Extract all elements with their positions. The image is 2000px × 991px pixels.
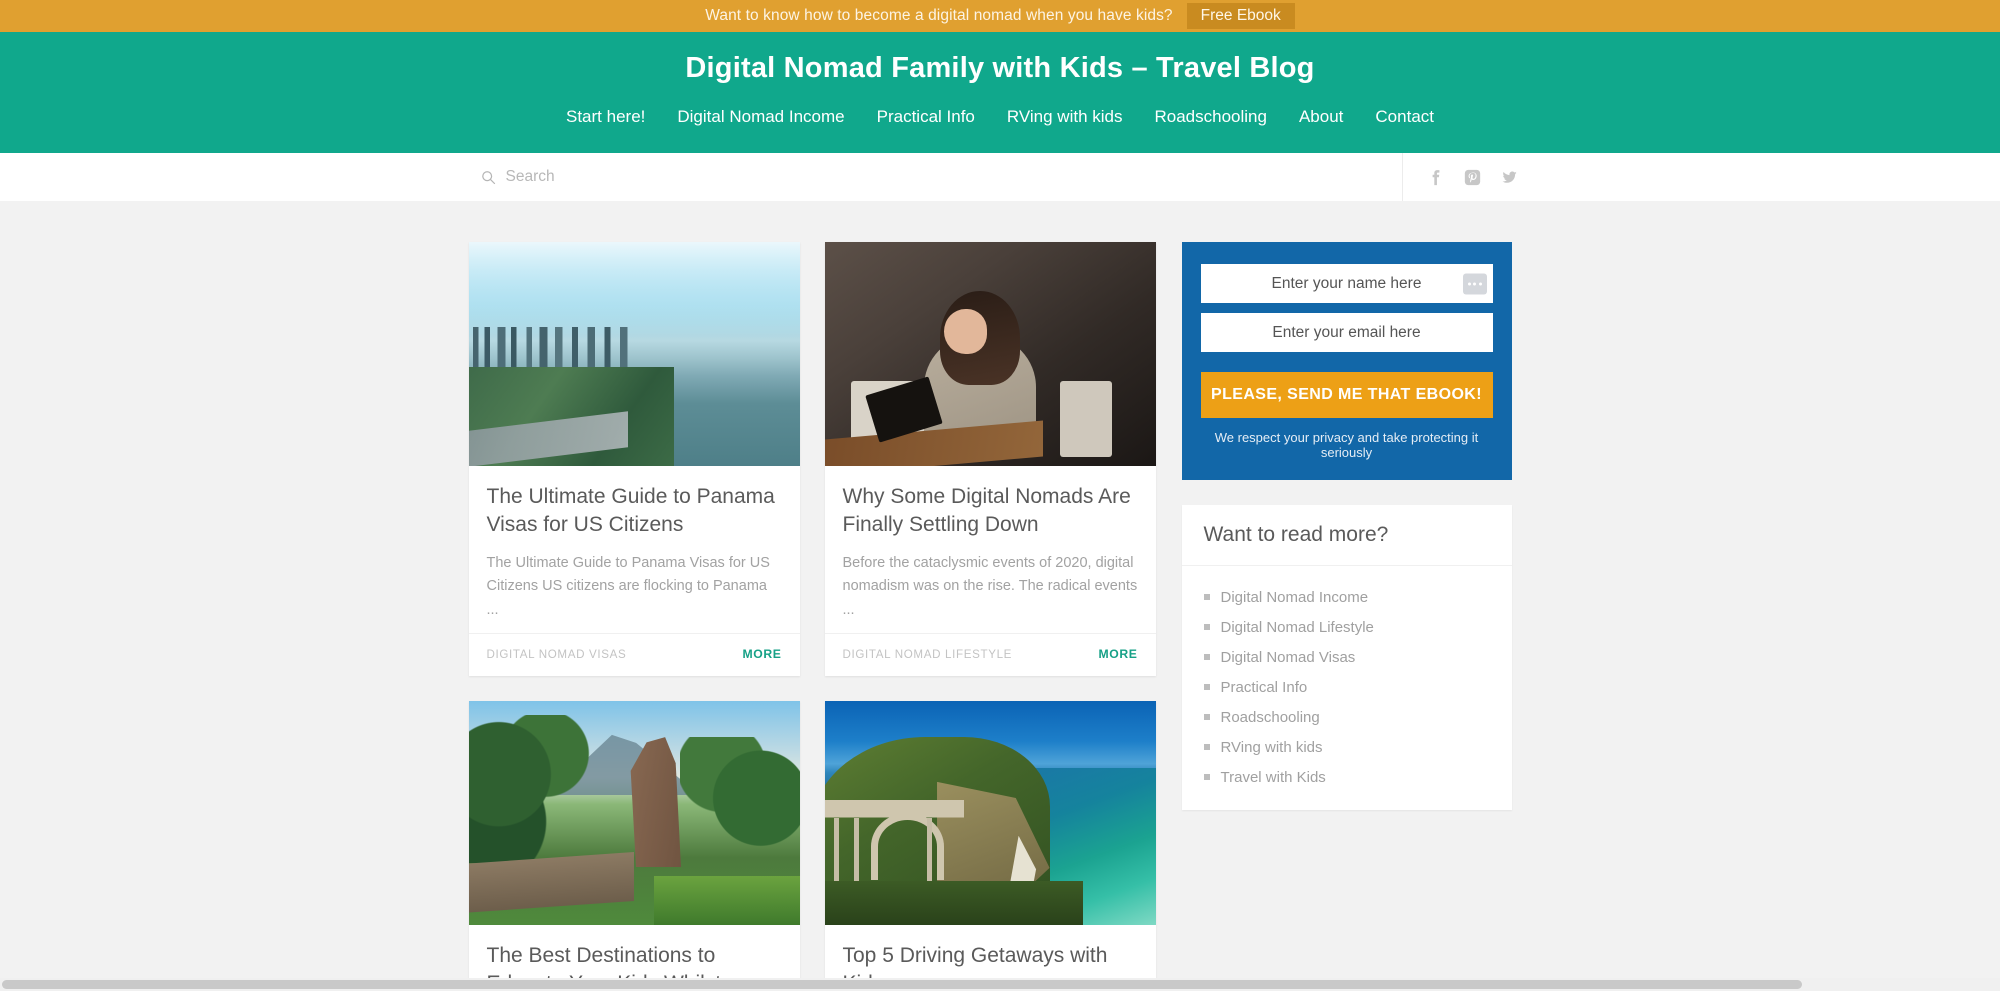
post-card: The Best Destinations to Educate Your Ki… [468,701,800,991]
email-optin-widget: PLEASE, SEND ME THAT EBOOK! We respect y… [1181,242,1512,480]
bullet-icon [1203,774,1210,780]
promo-text: Want to know how to become a digital nom… [705,7,1173,24]
post-thumbnail-temple[interactable] [468,701,800,926]
category-label: Digital Nomad Visas [1220,648,1356,666]
pinterest-icon[interactable] [1464,169,1481,186]
bullet-icon [1203,594,1210,600]
widget-title: Want to read more? [1181,505,1512,566]
category-list: Digital Nomad Income Digital Nomad Lifes… [1182,566,1512,810]
main-content: The Ultimate Guide to Panama Visas for U… [468,201,1532,991]
bullet-icon [1203,714,1210,720]
category-item-roadschooling[interactable]: Roadschooling [1203,702,1490,732]
search-container [469,166,1402,188]
twitter-icon[interactable] [1501,169,1518,186]
nav-item-roadschooling[interactable]: Roadschooling [1139,107,1283,127]
page-root: Want to know how to become a digital nom… [0,0,2000,991]
name-input[interactable] [1200,264,1493,303]
post-category[interactable]: DIGITAL NOMAD LIFESTYLE [843,648,1013,661]
email-input[interactable] [1200,313,1493,352]
search-input[interactable] [505,166,766,188]
post-more-link[interactable]: MORE [1099,647,1138,661]
post-more-link[interactable]: MORE [743,647,782,661]
post-title[interactable]: Why Some Digital Nomads Are Finally Sett… [843,483,1138,539]
site-header: Digital Nomad Family with Kids – Travel … [0,32,2000,153]
bullet-icon [1203,744,1210,750]
site-title: Digital Nomad Family with Kids – Travel … [685,52,1315,84]
promo-bar: Want to know how to become a digital nom… [0,0,2000,32]
category-label: Roadschooling [1220,708,1320,726]
post-thumbnail-woman-tablet[interactable] [824,242,1156,466]
email-field-wrapper [1200,313,1493,352]
post-card: Top 5 Driving Getaways with Kids Every k… [824,701,1156,991]
category-item-digital-nomad-visas[interactable]: Digital Nomad Visas [1203,642,1490,672]
category-label: Practical Info [1220,678,1308,696]
category-label: Digital Nomad Lifestyle [1220,618,1374,636]
free-ebook-button[interactable]: Free Ebook [1186,3,1295,29]
category-item-travel-with-kids[interactable]: Travel with Kids [1203,762,1490,792]
post-card: Why Some Digital Nomads Are Finally Sett… [824,242,1156,677]
post-thumbnail-panama[interactable] [468,242,800,466]
category-item-digital-nomad-income[interactable]: Digital Nomad Income [1203,582,1490,612]
nav-item-contact[interactable]: Contact [1359,107,1450,127]
name-field-wrapper [1200,264,1493,303]
main-navigation: Start here! Digital Nomad Income Practic… [0,107,2000,127]
nav-item-practical-info[interactable]: Practical Info [861,107,991,127]
category-item-rving-with-kids[interactable]: RVing with kids [1203,732,1490,762]
nav-item-start-here[interactable]: Start here! [550,107,661,127]
bullet-icon [1203,624,1210,630]
send-ebook-button[interactable]: PLEASE, SEND ME THAT EBOOK! [1200,372,1493,418]
nav-item-about[interactable]: About [1283,107,1359,127]
post-excerpt: Before the cataclysmic events of 2020, d… [842,554,1138,618]
category-label: RVing with kids [1220,738,1323,756]
facebook-icon[interactable] [1427,169,1444,186]
sidebar: PLEASE, SEND ME THAT EBOOK! We respect y… [1181,242,1512,810]
privacy-note: We respect your privacy and take protect… [1214,430,1479,460]
category-item-practical-info[interactable]: Practical Info [1203,672,1490,702]
post-grid: The Ultimate Guide to Panama Visas for U… [468,242,1157,991]
bullet-icon [1203,684,1210,690]
category-label: Travel with Kids [1220,768,1326,786]
category-item-digital-nomad-lifestyle[interactable]: Digital Nomad Lifestyle [1203,612,1490,642]
post-category[interactable]: DIGITAL NOMAD VISAS [487,648,627,661]
scrollbar-thumb[interactable] [2,980,1802,989]
search-icon [481,170,496,185]
nav-item-rving-with-kids[interactable]: RVing with kids [991,107,1139,127]
post-thumbnail-bixby-bridge[interactable] [824,701,1156,926]
search-social-bar [0,153,2000,201]
autofill-menu-icon[interactable] [1462,273,1487,294]
nav-item-digital-nomad-income[interactable]: Digital Nomad Income [661,107,860,127]
post-card: The Ultimate Guide to Panama Visas for U… [468,242,800,677]
post-excerpt: The Ultimate Guide to Panama Visas for U… [486,554,770,618]
categories-widget: Want to read more? Digital Nomad Income … [1181,505,1512,810]
category-label: Digital Nomad Income [1220,588,1369,606]
social-links [1401,153,1532,201]
horizontal-scrollbar[interactable] [0,978,2000,991]
bullet-icon [1203,654,1210,660]
post-title[interactable]: The Ultimate Guide to Panama Visas for U… [487,483,782,539]
